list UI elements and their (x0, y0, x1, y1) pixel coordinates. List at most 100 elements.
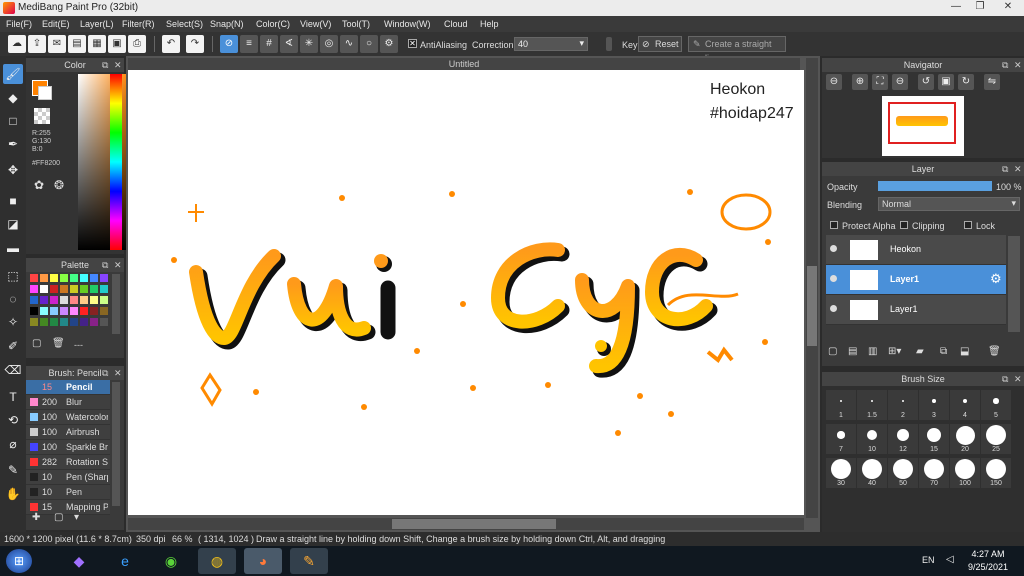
palette-swatch[interactable] (60, 307, 68, 315)
palette-swatch[interactable] (50, 285, 58, 293)
rotate-reset-icon[interactable]: ▣ (938, 74, 954, 90)
zoom-reset-icon[interactable]: ⊖ (892, 74, 908, 90)
palette-swatch[interactable] (60, 296, 68, 304)
palette-swatch[interactable] (30, 296, 38, 304)
palette-swatch[interactable] (90, 285, 98, 293)
menu-file[interactable]: File(F) (6, 16, 32, 29)
transparent-color-swatch[interactable] (34, 108, 50, 124)
snap-circle-icon[interactable]: ◎ (320, 35, 338, 53)
chrome-icon[interactable]: ◍ (198, 548, 236, 574)
save-icon[interactable]: ▦ (88, 35, 106, 53)
delete-layer-icon[interactable]: 🗑 (988, 346, 1001, 357)
snap-perspective-icon[interactable]: ∢ (280, 35, 298, 53)
palette-swatch[interactable] (80, 307, 88, 315)
snap-parallel-icon[interactable]: ≡ (240, 35, 258, 53)
palette-swatch[interactable] (40, 318, 48, 326)
close-icon[interactable]: ✕ (114, 366, 122, 380)
menu-snap[interactable]: Snap(N) (210, 16, 244, 29)
new-halftone-layer-icon[interactable]: ▤ (848, 346, 857, 357)
snap-grid-icon[interactable]: # (260, 35, 278, 53)
color-wheel-icon[interactable]: ✿ (34, 178, 44, 192)
lasso-tool-icon[interactable]: ◌ (3, 289, 23, 309)
new-1bit-layer-icon[interactable]: ▥ (868, 346, 877, 357)
palette-swatch[interactable] (90, 307, 98, 315)
brush-size-cell[interactable]: 150 (981, 458, 1011, 488)
menu-edit[interactable]: Edit(E) (42, 16, 70, 29)
navigator-preview[interactable] (882, 96, 964, 156)
brush-list-item[interactable]: 15 Pencil (26, 380, 110, 395)
palette-swatch[interactable] (30, 318, 38, 326)
add-layer-menu-icon[interactable]: ⊞▾ (888, 346, 901, 357)
palette-swatch[interactable] (30, 307, 38, 315)
menu-cloud[interactable]: Cloud (444, 16, 468, 29)
brush-size-cell[interactable]: 7 (826, 424, 856, 454)
palette-swatch[interactable] (70, 307, 78, 315)
palette-swatch[interactable] (40, 307, 48, 315)
pen-tool-icon[interactable]: ✎ (3, 460, 23, 480)
add-brush-icon[interactable]: ✚ (32, 512, 40, 523)
close-icon[interactable]: ✕ (114, 258, 122, 272)
menu-color[interactable]: Color(C) (256, 16, 290, 29)
brush-size-cell[interactable]: 10 (857, 424, 887, 454)
merge-layer-icon[interactable]: ⬓ (960, 346, 969, 357)
palette-swatch[interactable] (60, 285, 68, 293)
brush-size-cell[interactable]: 3 (919, 390, 949, 420)
palette-swatch[interactable] (70, 274, 78, 282)
snap-curve-icon[interactable]: ∿ (340, 35, 358, 53)
protect-alpha-checkbox[interactable] (830, 221, 838, 229)
menu-tool[interactable]: Tool(T) (342, 16, 370, 29)
export-icon[interactable]: ⎙ (128, 35, 146, 53)
blending-select[interactable]: Normal ▾ (878, 197, 1020, 211)
eraser-tool-icon[interactable]: ◆ (3, 88, 23, 108)
brush-list-item[interactable]: 10 Pen (Sharp) (26, 470, 110, 485)
folder-icon[interactable]: ▰ (916, 346, 924, 357)
palette-swatch[interactable] (50, 274, 58, 282)
clock-time[interactable]: 4:27 AM (962, 549, 1014, 559)
palette-swatch[interactable] (100, 318, 108, 326)
clock-date[interactable]: 9/25/2021 (962, 562, 1014, 572)
popout-icon[interactable]: ⧉ (102, 258, 108, 272)
magic-wand-tool-icon[interactable]: ✧ (3, 312, 23, 332)
palette-swatch[interactable] (40, 285, 48, 293)
canvas-tab[interactable]: Untitled (128, 58, 800, 70)
duplicate-layer-icon[interactable]: ⧉ (940, 346, 947, 357)
select-pen-tool-icon[interactable]: ✐ (3, 336, 23, 356)
document-canvas[interactable]: Heokon #hoidap247 (128, 70, 804, 515)
palette-swatch[interactable] (80, 285, 88, 293)
layer-row[interactable]: Heokon (826, 235, 1006, 265)
comment-icon[interactable]: ✉ (48, 35, 66, 53)
gear-icon[interactable]: ⚙ (990, 271, 1002, 287)
close-icon[interactable]: ✕ (114, 58, 122, 72)
snap-radial-icon[interactable]: ✳ (300, 35, 318, 53)
palette-swatch[interactable] (60, 274, 68, 282)
zoom-out-icon[interactable]: ⊖ (826, 74, 842, 90)
paint-icon[interactable]: ✎ (290, 548, 328, 574)
brush-list-item[interactable]: 10 Pen (26, 485, 110, 500)
gradient-tool-icon[interactable]: ▬ (3, 238, 23, 258)
eyedropper-tool-icon[interactable]: ⌀ (3, 434, 23, 454)
close-button[interactable]: ✕ (994, 0, 1022, 14)
operation-tool-icon[interactable]: ⟲ (3, 410, 23, 430)
fit-icon[interactable]: ⛶ (872, 74, 888, 90)
palette-swatch[interactable] (100, 285, 108, 293)
menu-view[interactable]: View(V) (300, 16, 331, 29)
popout-icon[interactable]: ⧉ (1002, 58, 1008, 72)
popout-icon[interactable]: ⧉ (102, 58, 108, 72)
secondary-color-swatch[interactable] (38, 86, 52, 100)
new-layer-icon[interactable]: ▢ (828, 346, 837, 357)
share-icon[interactable]: ⇪ (28, 35, 46, 53)
rotate-left-icon[interactable]: ↺ (918, 74, 934, 90)
visibility-icon[interactable] (830, 305, 837, 312)
zoom-in-icon[interactable]: ⊕ (852, 74, 868, 90)
menu-filter[interactable]: Filter(R) (122, 16, 155, 29)
visibility-icon[interactable] (830, 245, 837, 252)
brush-document-icon[interactable]: ▢ (54, 512, 63, 523)
rotate-right-icon[interactable]: ↻ (958, 74, 974, 90)
palette-swatch[interactable] (100, 307, 108, 315)
palette-scrollbar[interactable] (112, 274, 120, 334)
palette-swatch[interactable] (70, 285, 78, 293)
popout-icon[interactable]: ⧉ (102, 366, 108, 380)
menu-select[interactable]: Select(S) (166, 16, 203, 29)
start-button[interactable]: ⊞ (6, 549, 32, 573)
close-icon[interactable]: ✕ (1014, 58, 1022, 72)
